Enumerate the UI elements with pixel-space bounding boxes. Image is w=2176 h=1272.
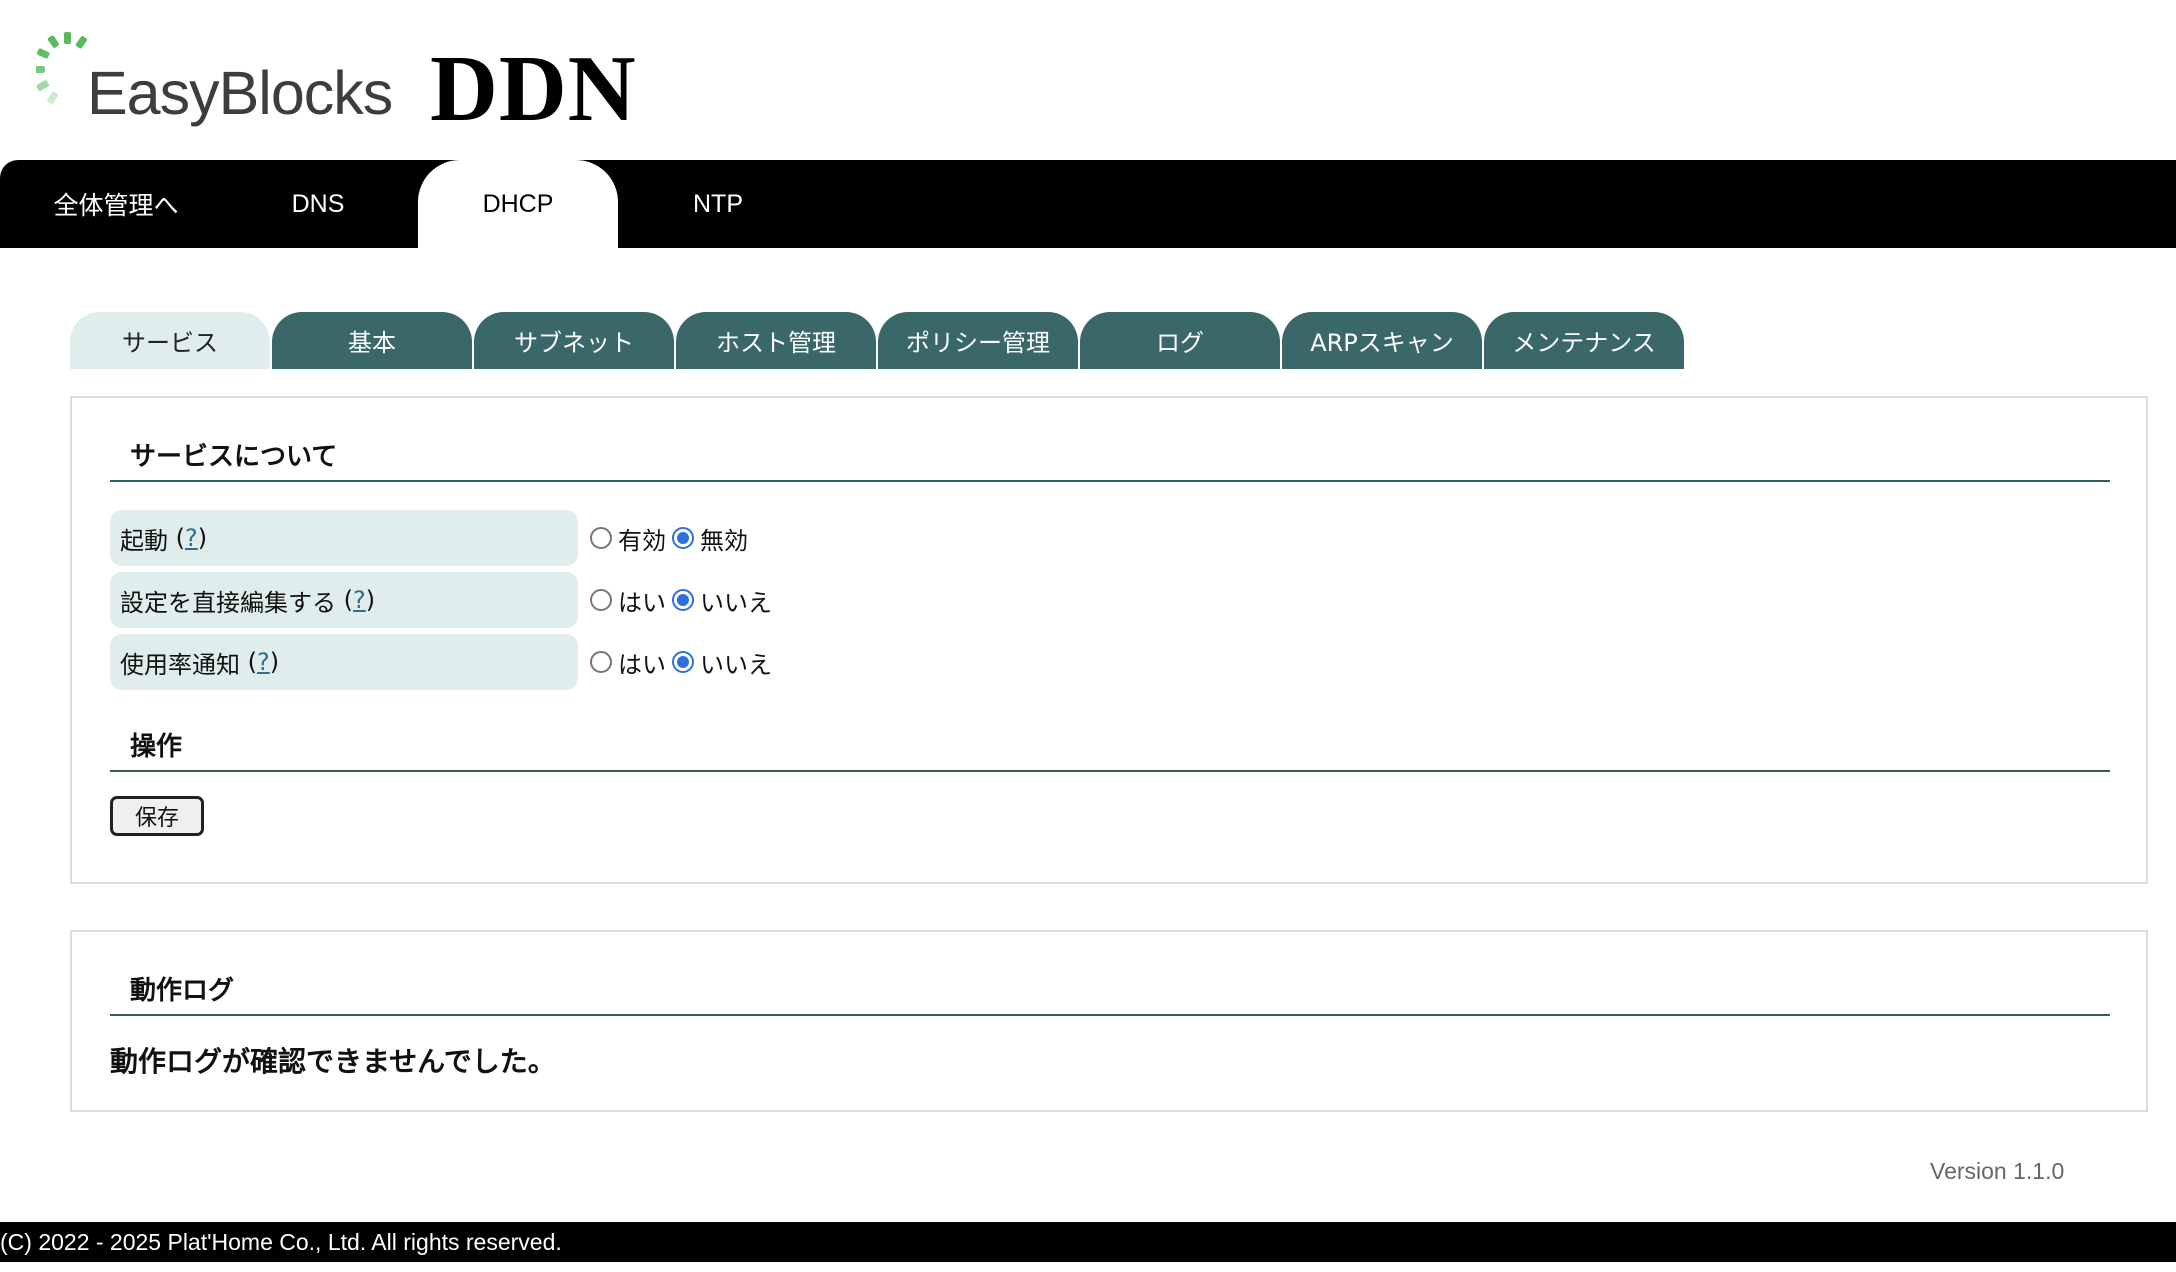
operations-section-heading: 操作 <box>110 724 2110 772</box>
radio-group-startup: 有効 無効 <box>590 510 754 566</box>
setting-label-text: 設定を直接編集する <box>120 588 336 617</box>
product-title: DDN <box>430 37 637 141</box>
version-text: Version 1.1.0 <box>1930 1158 2065 1184</box>
setting-label-startup: 起動 (?) <box>110 510 578 566</box>
tab-policy-admin[interactable]: ポリシー管理 <box>878 312 1078 369</box>
radio-group-direct-edit: はい いいえ <box>590 572 778 628</box>
radio-no[interactable] <box>672 651 694 673</box>
tab-arp-scan[interactable]: ARPスキャン <box>1282 312 1482 369</box>
radio-yes[interactable] <box>590 651 612 673</box>
nav-item-ntp[interactable]: NTP <box>618 160 818 248</box>
log-panel: 動作ログ 動作ログが確認できませんでした。 <box>70 930 2148 1112</box>
tab-log[interactable]: ログ <box>1080 312 1280 369</box>
copyright-text: (C) 2022 - 2025 Plat'Home Co., Ltd. All … <box>0 1228 562 1255</box>
help-link[interactable]: ? <box>257 648 270 676</box>
tab-host-admin[interactable]: ホスト管理 <box>676 312 876 369</box>
radio-label-enabled: 有効 <box>618 526 666 555</box>
radio-enabled[interactable] <box>590 527 612 549</box>
easyblocks-logo: EasyBlocks <box>36 28 393 138</box>
radio-disabled[interactable] <box>672 527 694 549</box>
setting-label-usage-notification: 使用率通知 (?) <box>110 634 578 690</box>
nav-item-dns[interactable]: DNS <box>218 160 418 248</box>
footer: (C) 2022 - 2025 Plat'Home Co., Ltd. All … <box>0 1222 2176 1262</box>
setting-row-direct-edit: 設定を直接編集する (?) はい いいえ <box>110 572 1210 628</box>
radio-label-yes: はい <box>618 650 666 679</box>
tab-subnet[interactable]: サブネット <box>474 312 674 369</box>
log-section-title: 動作ログ <box>130 976 235 1006</box>
operations-section-title: 操作 <box>130 732 183 762</box>
radio-label-no: いいえ <box>700 650 772 679</box>
setting-label-direct-edit: 設定を直接編集する (?) <box>110 572 578 628</box>
help-link[interactable]: ? <box>353 586 366 614</box>
radio-label-no: いいえ <box>700 588 772 617</box>
setting-row-usage-notification: 使用率通知 (?) はい いいえ <box>110 634 1210 690</box>
radio-label-yes: はい <box>618 588 666 617</box>
log-section-heading: 動作ログ <box>110 968 2110 1016</box>
nav-item-global-admin[interactable]: 全体管理へ <box>16 160 216 248</box>
setting-row-startup: 起動 (?) 有効 無効 <box>110 510 1210 566</box>
logo-text: EasyBlocks <box>87 59 393 127</box>
radio-label-disabled: 無効 <box>700 526 748 555</box>
service-section-heading: サービスについて <box>110 434 2110 482</box>
log-message: 動作ログが確認できませんでした。 <box>110 1045 556 1078</box>
tab-maintenance[interactable]: メンテナンス <box>1484 312 1684 369</box>
nav-item-dhcp[interactable]: DHCP <box>418 160 618 248</box>
service-section-title: サービスについて <box>130 442 338 472</box>
help-link[interactable]: ? <box>185 524 198 552</box>
radio-yes[interactable] <box>590 589 612 611</box>
tab-service[interactable]: サービス <box>70 312 270 369</box>
top-navigation: 全体管理へ DNS DHCP NTP <box>0 160 2176 248</box>
setting-label-text: 起動 <box>120 526 168 555</box>
radio-no[interactable] <box>672 589 694 611</box>
tab-basic[interactable]: 基本 <box>272 312 472 369</box>
setting-label-text: 使用率通知 <box>120 650 240 679</box>
radio-group-usage-notification: はい いいえ <box>590 634 778 690</box>
service-panel: サービスについて 起動 (?) 有効 無効 設定を直接編集する (?) はい い… <box>70 396 2148 884</box>
save-button[interactable]: 保存 <box>110 796 204 836</box>
